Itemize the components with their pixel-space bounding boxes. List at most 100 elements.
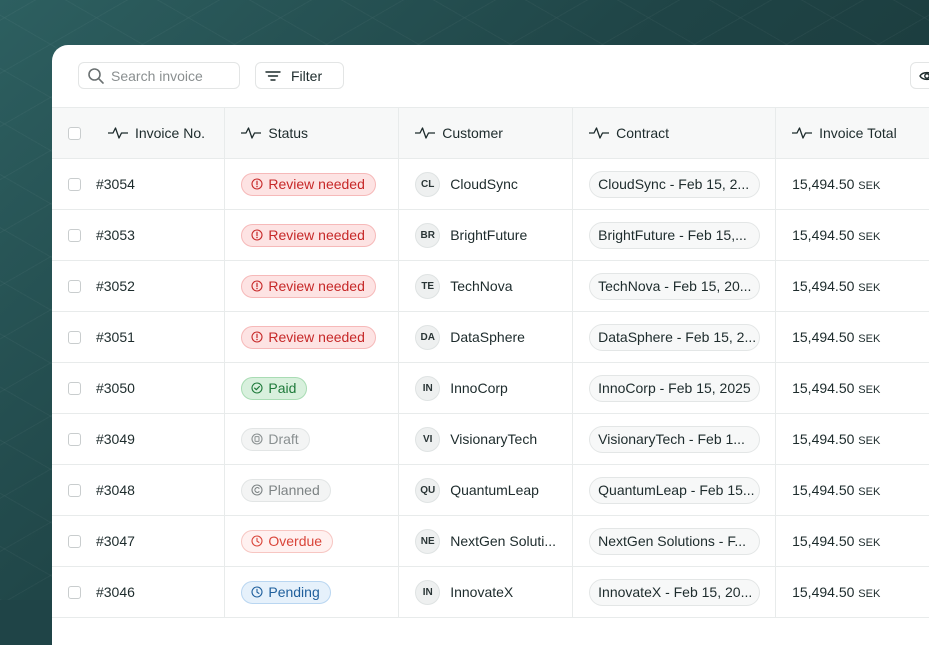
contract-label: QuantumLeap - Feb 15... [598,482,755,498]
table-row[interactable]: #3054 Review needed CL CloudSync CloudSy… [52,158,929,210]
row-checkbox[interactable] [68,534,81,548]
invoice-number[interactable]: #3046 [96,584,135,600]
column-header-customer[interactable]: Customer [398,107,574,159]
row-checkbox[interactable] [68,177,81,191]
invoice-number[interactable]: #3054 [96,176,135,192]
status-badge[interactable]: Draft [241,427,310,451]
customer-name[interactable]: BrightFuture [450,227,527,243]
row-select-cell [52,158,92,210]
contract-chip[interactable]: InnoCorp - Feb 15, 2025 [589,374,761,402]
invoice-amount: 15,494.50 [792,431,855,447]
row-checkbox[interactable] [68,330,81,344]
invoice-number[interactable]: #3051 [96,329,135,345]
invoice-total-cell: 15,494.50 SEK [775,362,929,414]
invoice-number[interactable]: #3052 [96,278,135,294]
table-row[interactable]: #3049 Draft VI VisionaryTech VisionaryTe… [52,413,929,465]
search-input[interactable] [111,67,221,84]
column-header-status[interactable]: Status [224,107,400,159]
customer-name[interactable]: CloudSync [450,176,518,192]
currency-code: SEK [858,180,881,192]
invoice-total-cell: 15,494.50 SEK [775,311,929,363]
currency-code: SEK [858,333,881,345]
column-header-contract[interactable]: Contract [572,107,777,159]
clock-icon [251,586,263,598]
column-label: Invoice No. [134,125,206,141]
invoice-number[interactable]: #3047 [96,533,135,549]
table-row[interactable]: #3046 Pending IN InnovateX InnovateX - F… [52,566,929,618]
table-row[interactable]: #3048 Planned QU QuantumLeap QuantumLeap… [52,464,929,516]
invoice-number-cell: #3048 [91,464,226,516]
select-all-checkbox[interactable] [68,126,81,140]
invoice-number-cell: #3051 [91,311,226,363]
invoice-number-cell: #3049 [91,413,226,465]
table-row[interactable]: #3051 Review needed DA DataSphere DataSp… [52,311,929,363]
activity-icon [792,127,813,139]
status-badge[interactable]: Review needed [241,223,376,247]
invoice-number[interactable]: #3050 [96,380,135,396]
row-checkbox[interactable] [68,279,81,293]
invoice-amount: 15,494.50 [792,329,855,345]
row-checkbox[interactable] [68,432,81,446]
search-box[interactable] [78,62,240,89]
invoice-number[interactable]: #3049 [96,431,135,447]
contract-chip[interactable]: QuantumLeap - Feb 15... [589,476,761,504]
status-badge[interactable]: Planned [241,478,331,502]
invoice-number[interactable]: #3053 [96,227,135,243]
customer-name[interactable]: NextGen Soluti... [450,533,556,549]
contract-chip[interactable]: BrightFuture - Feb 15,... [589,221,761,249]
contract-chip[interactable]: VisionaryTech - Feb 1... [589,425,761,453]
avatar-initials: QU [420,484,436,496]
column-label: Customer [442,125,503,141]
customer-name[interactable]: TechNova [450,278,512,294]
customer-name[interactable]: VisionaryTech [450,431,537,447]
customer-cell: IN InnoCorp [398,362,574,414]
invoice-number[interactable]: #3048 [96,482,135,498]
status-badge[interactable]: Paid [241,376,308,400]
row-checkbox[interactable] [68,585,81,599]
avatar-initials: DA [420,331,435,343]
row-select-cell [52,566,92,618]
currency-code: SEK [858,231,881,243]
table-row[interactable]: #3053 Review needed BR BrightFuture Brig… [52,209,929,261]
table-row[interactable]: #3052 Review needed TE TechNova TechNova… [52,260,929,312]
column-label: Status [268,125,309,141]
customer-name[interactable]: QuantumLeap [450,482,539,498]
status-cell: Review needed [224,311,400,363]
contract-chip[interactable]: InnovateX - Feb 15, 20... [589,578,761,606]
row-checkbox[interactable] [68,483,81,497]
status-badge[interactable]: Review needed [241,274,376,298]
customer-cell: VI VisionaryTech [398,413,574,465]
status-badge[interactable]: Overdue [241,529,334,553]
customer-name[interactable]: DataSphere [450,329,525,345]
column-header-invoice-total[interactable]: Invoice Total [775,107,929,159]
contract-cell: InnovateX - Feb 15, 20... [572,566,777,618]
row-checkbox[interactable] [68,381,81,395]
row-select-cell [52,209,92,261]
customer-cell: QU QuantumLeap [398,464,574,516]
customer-avatar: NE [415,528,441,554]
eye-icon [919,71,929,80]
invoice-amount: 15,494.50 [792,533,855,549]
contract-chip[interactable]: DataSphere - Feb 15, 2... [589,323,761,351]
currency-code: SEK [858,486,881,498]
contract-chip[interactable]: TechNova - Feb 15, 20... [589,272,761,300]
column-header-invoice-no[interactable]: Invoice No. [91,107,226,159]
table-row[interactable]: #3050 Paid IN InnoCorp InnoCorp - Feb 15… [52,362,929,414]
contract-chip[interactable]: NextGen Solutions - F... [589,527,761,555]
customer-name[interactable]: InnovateX [450,584,513,600]
status-label: Pending [268,584,320,600]
filter-label: Filter [291,67,323,84]
status-badge[interactable]: Review needed [241,172,376,196]
status-badge[interactable]: Review needed [241,325,376,349]
customer-avatar: VI [415,426,441,452]
view-options-button[interactable] [910,62,929,89]
invoice-total-cell: 15,494.50 SEK [775,260,929,312]
customer-name[interactable]: InnoCorp [450,380,508,396]
row-select-cell [52,413,92,465]
contract-chip[interactable]: CloudSync - Feb 15, 2... [589,170,761,198]
filter-button[interactable]: Filter [255,62,344,89]
status-badge[interactable]: Pending [241,580,331,604]
table-row[interactable]: #3047 Overdue NE NextGen Soluti... NextG… [52,515,929,567]
row-checkbox[interactable] [68,228,81,242]
status-cell: Paid [224,362,400,414]
